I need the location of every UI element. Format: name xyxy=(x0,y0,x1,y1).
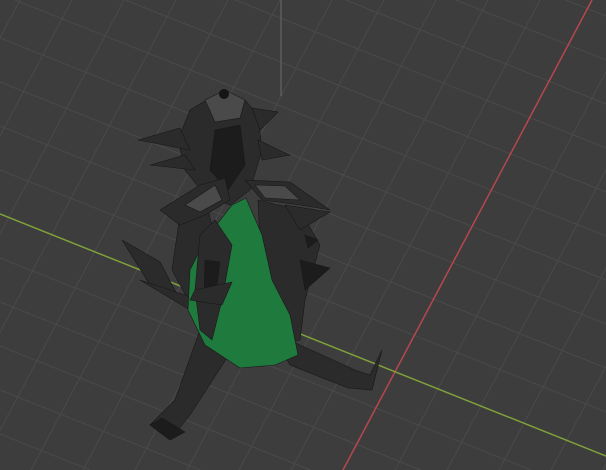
viewport-canvas[interactable] xyxy=(0,0,606,470)
mesh-spike-plate xyxy=(257,139,291,161)
grid-line xyxy=(235,0,606,149)
grid-line xyxy=(394,71,606,470)
creature-mesh[interactable] xyxy=(121,89,383,441)
grid-line xyxy=(0,0,125,235)
x-axis-line xyxy=(342,0,593,470)
grid-line xyxy=(290,0,541,470)
grid-line xyxy=(550,365,606,470)
head-socket xyxy=(219,89,229,99)
mesh-spike-plate xyxy=(299,259,331,291)
grid-line xyxy=(0,0,73,137)
grid-line xyxy=(565,0,606,17)
grid-line xyxy=(455,0,606,61)
grid-line xyxy=(498,267,606,470)
grid-line xyxy=(345,0,606,105)
grid-line xyxy=(0,433,91,470)
3d-viewport[interactable] xyxy=(0,0,606,470)
grid-line xyxy=(0,0,21,38)
